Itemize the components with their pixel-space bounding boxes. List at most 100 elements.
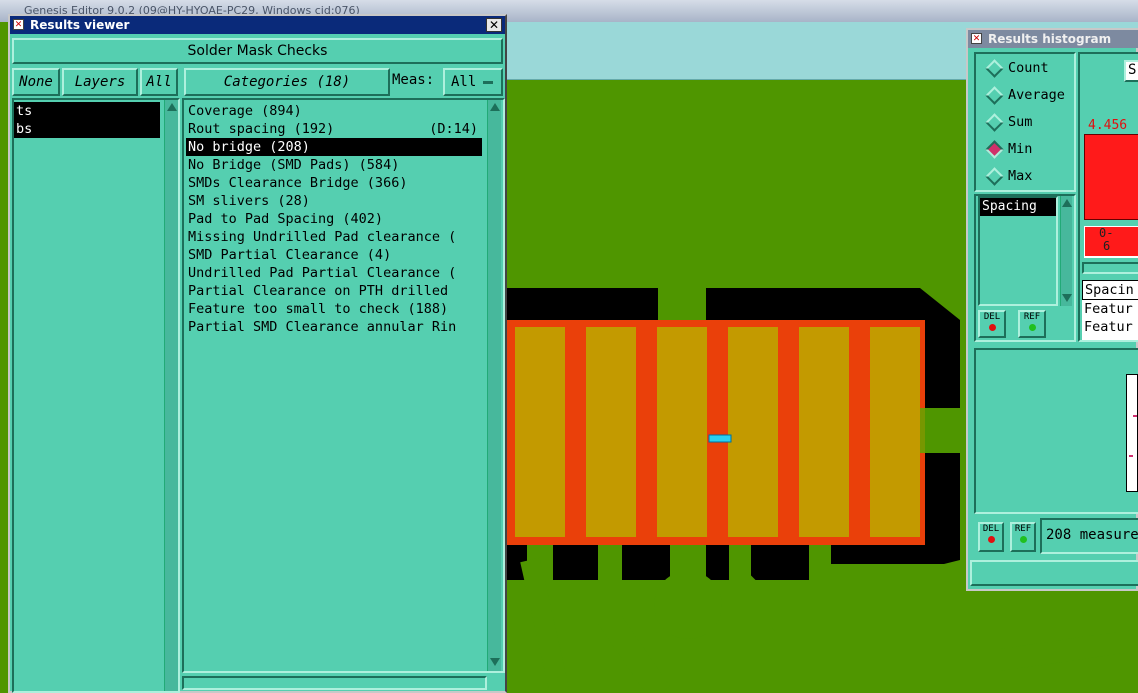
category-item[interactable]: SMD Partial Clearance (4): [186, 246, 482, 264]
scroll-up-arrow-icon[interactable]: [167, 103, 177, 111]
category-label: Rout spacing (192): [188, 121, 335, 137]
histogram-bar[interactable]: [1084, 134, 1138, 220]
radio-sum-label: Sum: [1008, 114, 1033, 130]
results-viewer-title: Results viewer: [30, 18, 130, 32]
del-label: DEL: [982, 524, 1000, 534]
measure-list-scrollbar[interactable]: [1060, 196, 1072, 306]
category-item[interactable]: Coverage (894): [186, 102, 482, 120]
del-label: DEL: [983, 312, 1001, 322]
bin-label-box: 0- 6: [1084, 226, 1138, 258]
results-histogram-title-bar[interactable]: ✕ Results histogram: [968, 30, 1138, 48]
del-button[interactable]: DEL: [978, 310, 1006, 338]
ref-button[interactable]: REF: [1018, 310, 1046, 338]
meas-dropdown-value: All: [451, 74, 477, 90]
category-label: Partial SMD Clearance annular Rin: [188, 319, 457, 335]
category-item[interactable]: Pad to Pad Spacing (402): [186, 210, 482, 228]
graph-plot: [1126, 374, 1138, 492]
bar-value-label: 4.456: [1088, 118, 1128, 133]
status-field: 208 measure: [1040, 518, 1138, 554]
category-label: SM slivers (28): [188, 193, 310, 209]
measure-list-panel: Spacing DEL REF: [974, 194, 1076, 342]
radio-min[interactable]: Min: [985, 139, 1032, 159]
category-label: No Bridge (SMD Pads) (584): [188, 157, 400, 173]
category-label: Coverage (894): [188, 103, 302, 119]
red-dot-icon: [987, 536, 995, 543]
radio-icon: [985, 58, 1004, 78]
radio-average[interactable]: Average: [985, 85, 1065, 105]
radio-sum[interactable]: Sum: [985, 112, 1033, 132]
radio-count-label: Count: [1008, 60, 1049, 76]
connector-tab: [920, 408, 965, 453]
layer-item-ts[interactable]: ts: [14, 102, 160, 120]
category-label: SMD Partial Clearance (4): [188, 247, 392, 263]
ref-button-bottom[interactable]: REF: [1010, 522, 1036, 552]
category-item[interactable]: Undrilled Pad Partial Clearance (: [186, 264, 482, 282]
red-dot-icon: [988, 324, 996, 331]
measure-list[interactable]: Spacing: [978, 196, 1058, 306]
meas-label: Meas:: [392, 72, 435, 88]
legend-item: Featur: [1084, 301, 1133, 317]
layers-list[interactable]: ts bs: [12, 98, 180, 693]
category-item[interactable]: Partial Clearance on PTH drilled: [186, 282, 482, 300]
results-histogram-window: ✕ Results histogram Count Average Sum Mi…: [966, 28, 1138, 591]
histogram-legend: Spacin Featur Featur: [1082, 280, 1138, 340]
category-label: Partial Clearance on PTH drilled: [188, 283, 449, 299]
trace-top-stub: [658, 288, 706, 322]
bin-label: 0- 6: [1085, 227, 1138, 256]
histogram-panel: S 4.456 0- 6 Spacin Featur Featur: [1078, 52, 1138, 342]
category-item[interactable]: No Bridge (SMD Pads) (584): [186, 156, 482, 174]
window-menu-icon[interactable]: ✕: [971, 33, 982, 44]
mask-overlay: [505, 320, 925, 545]
category-item[interactable]: Feature too small to check (188): [186, 300, 482, 318]
category-item[interactable]: SMDs Clearance Bridge (366): [186, 174, 482, 192]
measure-item-spacing[interactable]: Spacing: [980, 198, 1056, 216]
close-icon[interactable]: ✕: [486, 18, 502, 32]
window-menu-icon[interactable]: ✕: [13, 19, 24, 30]
scroll-up-arrow-icon[interactable]: [490, 103, 500, 111]
meas-dropdown[interactable]: All: [443, 68, 503, 96]
categories-list[interactable]: Coverage (894) Rout spacing (192) (D:14) No…: [182, 98, 505, 673]
category-item[interactable]: Partial SMD Clearance annular Rin: [186, 318, 482, 336]
radio-max[interactable]: Max: [985, 166, 1032, 186]
category-item[interactable]: Missing Undrilled Pad clearance (: [186, 228, 482, 246]
results-viewer-title-bar[interactable]: ✕ Results viewer ✕: [10, 16, 505, 34]
del-button-bottom[interactable]: DEL: [978, 522, 1004, 552]
none-layers-button[interactable]: None: [12, 68, 60, 96]
radio-icon: [985, 112, 1004, 132]
histogram-top-button[interactable]: S: [1124, 60, 1138, 82]
graph-mark: [1133, 415, 1137, 417]
category-label: Missing Undrilled Pad clearance (: [188, 229, 457, 245]
via-neck: [670, 540, 706, 600]
radio-count[interactable]: Count: [985, 58, 1049, 78]
categories-hscrollbar[interactable]: [182, 676, 487, 690]
radio-icon: [985, 85, 1004, 105]
categories-scrollbar[interactable]: [487, 100, 501, 671]
category-label: Pad to Pad Spacing (402): [188, 211, 384, 227]
radio-selected-icon: [985, 139, 1004, 159]
all-layers-button[interactable]: All: [140, 68, 178, 96]
layers-button[interactable]: Layers: [62, 68, 138, 96]
category-item[interactable]: Rout spacing (192) (D:14): [186, 120, 482, 138]
legend-item: Spacin: [1082, 280, 1138, 300]
green-dot-icon: [1028, 324, 1036, 331]
category-label: Undrilled Pad Partial Clearance (: [188, 265, 457, 281]
radio-average-label: Average: [1008, 87, 1065, 103]
layers-scrollbar[interactable]: [164, 100, 178, 691]
category-extra: (D:14): [429, 121, 478, 137]
scroll-down-arrow-icon[interactable]: [490, 658, 500, 666]
category-item[interactable]: No bridge (208): [186, 138, 482, 156]
results-histogram-title: Results histogram: [988, 32, 1112, 46]
layer-item-bs[interactable]: bs: [14, 120, 160, 138]
category-item[interactable]: SM slivers (28): [186, 192, 482, 210]
category-label: No bridge (208): [188, 139, 310, 155]
scroll-down-arrow-icon[interactable]: [1062, 294, 1072, 302]
histogram-bottom-bar: [970, 560, 1138, 586]
histogram-hscrollbar[interactable]: [1082, 262, 1138, 274]
categories-button[interactable]: Categories (18): [184, 68, 390, 96]
histogram-graph-area[interactable]: [974, 348, 1138, 514]
green-dot-icon: [1019, 536, 1027, 543]
ref-label: REF: [1014, 524, 1032, 534]
mode-radio-group: Count Average Sum Min Max: [974, 52, 1076, 192]
scroll-up-arrow-icon[interactable]: [1062, 199, 1072, 207]
error-marker: [708, 434, 732, 443]
